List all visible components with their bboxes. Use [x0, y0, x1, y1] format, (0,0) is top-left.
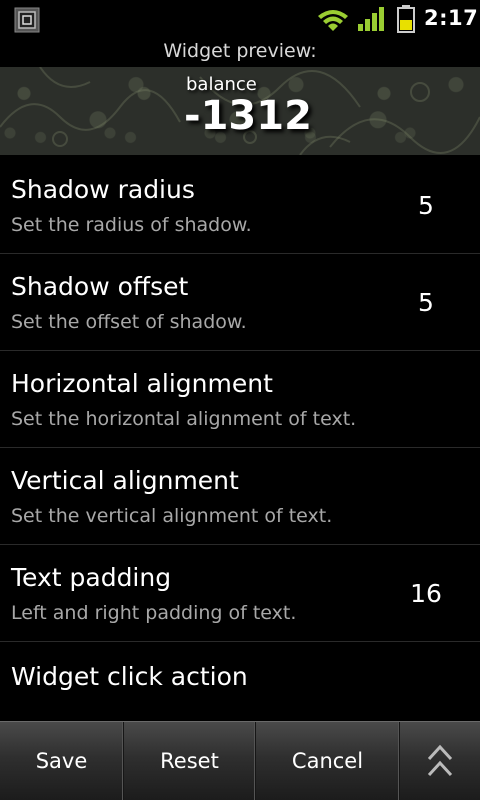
balance-label: balance [186, 74, 257, 95]
setting-vertical-alignment[interactable]: Vertical alignment Set the vertical alig… [0, 448, 480, 545]
settings-list: Shadow radius Set the radius of shadow. … [0, 157, 480, 739]
setting-summary: Set the horizontal alignment of text. [11, 408, 357, 430]
status-time: 2:17 [424, 6, 479, 30]
setting-title: Shadow radius [11, 175, 195, 204]
setting-horizontal-alignment[interactable]: Horizontal alignment Set the horizontal … [0, 351, 480, 448]
setting-value: 5 [418, 191, 434, 220]
battery-icon [397, 5, 415, 33]
setting-title: Widget click action [11, 662, 248, 691]
setting-title: Horizontal alignment [11, 369, 273, 398]
wifi-icon [318, 10, 348, 31]
setting-value: 5 [418, 288, 434, 317]
balance-value: -1312 [184, 93, 312, 139]
widget-preview: balance -1312 [0, 67, 480, 155]
double-chevron-up-icon [427, 744, 453, 777]
signal-icon [358, 7, 384, 31]
status-bar: 2:17 [0, 0, 480, 38]
notification-icon [14, 7, 40, 33]
save-button[interactable]: Save [0, 722, 124, 800]
more-button[interactable] [400, 722, 480, 800]
setting-text-padding[interactable]: Text padding Left and right padding of t… [0, 545, 480, 642]
setting-value: 16 [410, 579, 442, 608]
setting-summary: Left and right padding of text. [11, 602, 297, 624]
setting-title: Vertical alignment [11, 466, 239, 495]
setting-summary: Set the radius of shadow. [11, 214, 252, 236]
reset-button[interactable]: Reset [124, 722, 256, 800]
bottom-toolbar: Save Reset Cancel [0, 721, 480, 800]
setting-summary: Set the vertical alignment of text. [11, 505, 333, 527]
setting-summary: Set the offset of shadow. [11, 311, 247, 333]
cancel-button[interactable]: Cancel [256, 722, 400, 800]
setting-title: Text padding [11, 563, 172, 592]
setting-shadow-radius[interactable]: Shadow radius Set the radius of shadow. … [0, 157, 480, 254]
widget-preview-label: Widget preview: [163, 40, 317, 62]
setting-title: Shadow offset [11, 272, 189, 301]
setting-shadow-offset[interactable]: Shadow offset Set the offset of shadow. … [0, 254, 480, 351]
